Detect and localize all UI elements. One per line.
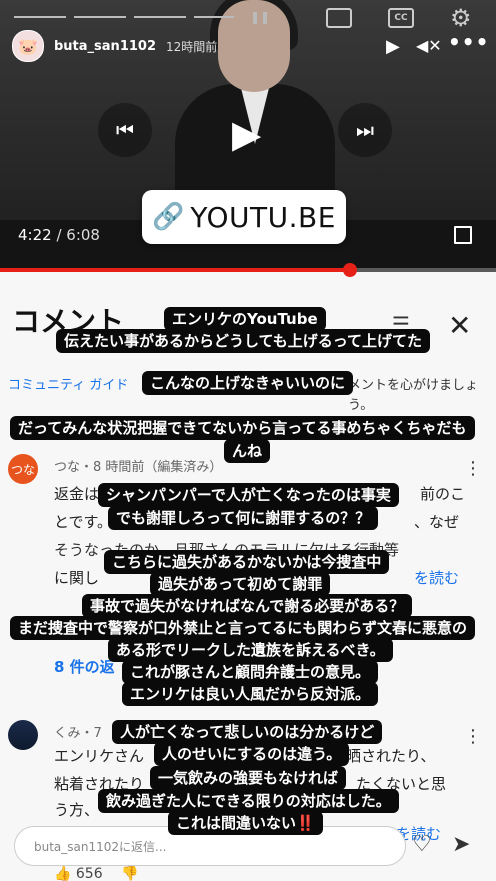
send-icon[interactable]: ➤ xyxy=(452,832,470,857)
story-header: 🐷 buta_san1102 12時間前 xyxy=(12,30,217,62)
avatar[interactable]: つな xyxy=(8,454,38,484)
comment-line: 、なぜ xyxy=(414,513,460,531)
username[interactable]: buta_san1102 xyxy=(54,39,156,54)
reply-placeholder: buta_san1102に返信... xyxy=(34,840,167,854)
thumbs-up-icon[interactable]: 👍 xyxy=(54,866,71,881)
like-count: 656 xyxy=(75,866,103,881)
video-timecode: 4:22 / 6:08 xyxy=(18,226,100,244)
video-progress-fill xyxy=(0,268,350,272)
caption: 人のせいにするのは違う。 xyxy=(154,742,350,766)
caption: こちらに過失があるかないかは今捜査中 xyxy=(104,550,390,574)
community-guide-link[interactable]: コミュニティ ガイド xyxy=(8,378,128,393)
caption: 事故で過失がなければなんで謝る必要がある？ xyxy=(82,594,413,618)
comment-more-icon[interactable]: ⋮ xyxy=(464,458,482,479)
caption: だってみんな状況把握できてないから言ってる事めちゃくちゃだも xyxy=(10,416,475,440)
like-row: 👍 656 👎 xyxy=(54,866,139,881)
gear-icon[interactable]: ⚙ xyxy=(450,6,474,30)
story-screen: ❚❚ CC ⚙ 🐷 buta_san1102 12時間前 ▶ ◀✕ ••• ⏮ … xyxy=(0,0,496,881)
avatar[interactable] xyxy=(8,720,38,750)
caption: ある形でリークした遺族を訴えるべき。 xyxy=(108,638,393,662)
comment-line: とです。 xyxy=(54,513,113,531)
link-sticker[interactable]: 🔗 YOUTU.BE xyxy=(142,190,346,244)
comment-more-icon[interactable]: ⋮ xyxy=(464,726,482,747)
caption: エンリケは良い人風だから反対派。 xyxy=(122,682,379,706)
caption: んね xyxy=(224,439,271,463)
avatar[interactable]: 🐷 xyxy=(12,30,44,62)
comment-line: エンリケさん xyxy=(54,747,145,765)
story-progress-segment xyxy=(194,16,234,18)
caption: 飲み過ぎた人にできる限りの対応はした。 xyxy=(98,789,399,813)
guide-notice-text: メントを心がけましょう。 xyxy=(348,378,479,413)
post-time: 12時間前 xyxy=(166,39,218,54)
story-progress-segment xyxy=(134,16,186,18)
next-icon[interactable]: ⏭ xyxy=(338,103,392,157)
previous-icon[interactable]: ⏮ xyxy=(98,103,152,157)
link-icon: 🔗 xyxy=(152,202,185,232)
caption: 人が亡くなって悲しいのは分かるけど xyxy=(112,720,383,744)
cast-icon[interactable] xyxy=(326,8,352,28)
caption: シャンパンパーで人が亡くなったのは事実 xyxy=(98,483,399,507)
caption: でも謝罪しろって何に謝罪するの？？ xyxy=(108,506,379,530)
more-icon[interactable]: ••• xyxy=(448,30,489,54)
caption: こんなの上げなきゃいいのに xyxy=(142,371,354,395)
read-more-link[interactable]: を読む xyxy=(414,564,459,592)
caption: まだ捜査中で警察が口外禁止と言ってるにも関わらず文春に悪意の xyxy=(10,616,475,640)
caption: 一気飲みの強要もなければ xyxy=(150,766,347,790)
caption: エンリケのYouTube xyxy=(164,307,326,331)
video-progress-knob[interactable] xyxy=(342,263,357,277)
caption: これが豚さんと顧問弁護士の意見。 xyxy=(122,660,379,684)
time-separator: / xyxy=(51,226,67,244)
play-large-icon[interactable]: ▶ xyxy=(232,112,261,156)
heart-icon[interactable]: ♡ xyxy=(412,832,432,857)
cc-icon[interactable]: CC xyxy=(388,8,414,28)
sort-icon[interactable]: ☰ xyxy=(392,312,414,336)
mute-icon[interactable]: ◀✕ xyxy=(416,36,442,55)
replies-link[interactable]: 8 件の返 xyxy=(54,656,115,677)
caption: 過失があって初めて謝罪 xyxy=(150,572,331,596)
story-progress-segment xyxy=(74,16,126,18)
pause-icon[interactable]: ❚❚ xyxy=(250,10,270,24)
comment-line: 前のこ xyxy=(420,485,466,503)
play-icon[interactable]: ▶ xyxy=(386,36,400,57)
thumbs-down-icon[interactable]: 👎 xyxy=(121,866,138,881)
caption: 伝えたい事があるからどうしても上げるって上げてた xyxy=(56,329,431,353)
fullscreen-icon[interactable] xyxy=(454,226,472,244)
current-time: 4:22 xyxy=(18,226,52,244)
comment-meta: つな・8 時間前（編集済み） xyxy=(54,460,223,475)
story-progress-segment xyxy=(14,16,66,18)
comment-line: 返金は xyxy=(54,485,100,503)
close-icon[interactable]: ✕ xyxy=(448,312,471,340)
caption: これは間違いない‼️ xyxy=(168,811,323,835)
link-sticker-text: YOUTU.BE xyxy=(190,200,336,234)
total-time: 6:08 xyxy=(66,226,100,244)
comment-meta: くみ・7 xyxy=(54,726,102,741)
comment-line: 晒されたり、 xyxy=(346,747,436,765)
comment-line: に関し xyxy=(54,569,100,587)
